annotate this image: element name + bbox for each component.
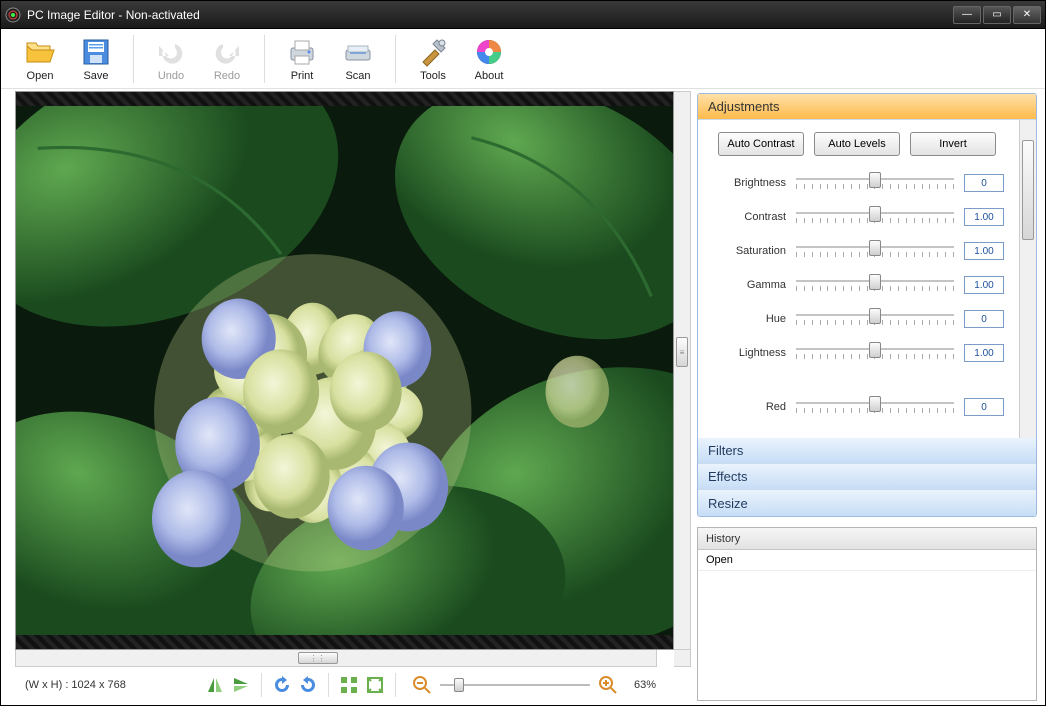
slider-value[interactable]: 1.00 — [964, 344, 1004, 362]
slider-label: Saturation — [708, 245, 786, 257]
folder-open-icon — [24, 36, 56, 68]
app-icon — [5, 7, 21, 23]
history-item[interactable]: Open — [698, 550, 1036, 571]
undo-icon — [155, 36, 187, 68]
slider-row-lightness: Lightness 1.00 — [708, 344, 1004, 362]
save-button[interactable]: Save — [69, 31, 123, 87]
image-canvas[interactable] — [15, 91, 674, 650]
effects-header[interactable]: Effects — [698, 464, 1036, 490]
slider-thumb[interactable] — [454, 678, 464, 692]
slider-label: Hue — [708, 313, 786, 325]
contrast-slider[interactable] — [796, 208, 954, 226]
auto-contrast-button[interactable]: Auto Contrast — [718, 132, 804, 156]
tools-icon — [417, 36, 449, 68]
scrollbar-thumb[interactable]: ⋮⋮ — [298, 652, 338, 664]
lightness-slider[interactable] — [796, 344, 954, 362]
slider-thumb[interactable] — [869, 206, 881, 222]
scan-button[interactable]: Scan — [331, 31, 385, 87]
slider-thumb[interactable] — [869, 172, 881, 188]
side-panel: Adjustments Auto Contrast Auto Levels In… — [693, 89, 1045, 705]
adjustments-scrollbar[interactable] — [1019, 120, 1036, 438]
scanner-icon — [342, 36, 374, 68]
hue-slider[interactable] — [796, 310, 954, 328]
saturation-slider[interactable] — [796, 242, 954, 260]
printer-icon — [286, 36, 318, 68]
about-button[interactable]: About — [462, 31, 516, 87]
titlebar-text: PC Image Editor - Non-activated — [27, 8, 953, 22]
zoom-out-icon[interactable] — [412, 675, 432, 695]
slider-value[interactable]: 1.00 — [964, 276, 1004, 294]
horizontal-scrollbar[interactable]: ⋮⋮ — [15, 650, 657, 667]
close-button[interactable]: ✕ — [1013, 6, 1041, 24]
print-button[interactable]: Print — [275, 31, 329, 87]
filters-header[interactable]: Filters — [698, 438, 1036, 464]
status-bar: (W x H) : 1024 x 768 63% — [15, 667, 691, 703]
slider-value[interactable]: 1.00 — [964, 242, 1004, 260]
history-header: History — [698, 528, 1036, 550]
floppy-disk-icon — [80, 36, 112, 68]
main-toolbar: Open Save Undo Redo Print — [1, 29, 1045, 89]
image-content — [16, 106, 673, 635]
slider-value[interactable]: 0 — [964, 310, 1004, 328]
invert-button[interactable]: Invert — [910, 132, 996, 156]
open-button[interactable]: Open — [13, 31, 67, 87]
adjustments-panel: Adjustments Auto Contrast Auto Levels In… — [697, 93, 1037, 517]
actual-size-icon[interactable] — [365, 675, 385, 695]
slider-row-saturation: Saturation 1.00 — [708, 242, 1004, 260]
slider-row-hue: Hue 0 — [708, 310, 1004, 328]
adjustments-body: Auto Contrast Auto Levels Invert Brightn… — [698, 120, 1036, 438]
gamma-slider[interactable] — [796, 276, 954, 294]
slider-value[interactable]: 0 — [964, 398, 1004, 416]
slider-thumb[interactable] — [869, 342, 881, 358]
rotate-left-icon[interactable] — [272, 675, 292, 695]
image-dimensions: (W x H) : 1024 x 768 — [25, 679, 195, 691]
brightness-slider[interactable] — [796, 174, 954, 192]
red-slider[interactable] — [796, 398, 954, 416]
slider-thumb[interactable] — [869, 240, 881, 256]
slider-row-brightness: Brightness 0 — [708, 174, 1004, 192]
slider-row-gamma: Gamma 1.00 — [708, 276, 1004, 294]
slider-label: Red — [708, 401, 786, 413]
flip-vertical-icon[interactable] — [231, 675, 251, 695]
resize-header[interactable]: Resize — [698, 490, 1036, 516]
zoom-in-icon[interactable] — [598, 675, 618, 695]
slider-label: Gamma — [708, 279, 786, 291]
slider-thumb[interactable] — [869, 308, 881, 324]
adjustments-header[interactable]: Adjustments — [698, 94, 1036, 120]
zoom-percent: 63% — [634, 679, 656, 691]
flip-horizontal-icon[interactable] — [205, 675, 225, 695]
redo-icon — [211, 36, 243, 68]
titlebar: PC Image Editor - Non-activated — ▭ ✕ — [1, 1, 1045, 29]
app-window: PC Image Editor - Non-activated — ▭ ✕ Op… — [0, 0, 1046, 706]
undo-button[interactable]: Undo — [144, 31, 198, 87]
rotate-right-icon[interactable] — [298, 675, 318, 695]
slider-thumb[interactable] — [869, 274, 881, 290]
slider-value[interactable]: 1.00 — [964, 208, 1004, 226]
zoom-slider[interactable] — [440, 684, 590, 686]
slider-label: Lightness — [708, 347, 786, 359]
redo-button[interactable]: Redo — [200, 31, 254, 87]
slider-thumb[interactable] — [869, 396, 881, 412]
minimize-button[interactable]: — — [953, 6, 981, 24]
slider-row-contrast: Contrast 1.00 — [708, 208, 1004, 226]
vertical-scrollbar[interactable]: ≡ — [674, 91, 691, 650]
slider-value[interactable]: 0 — [964, 174, 1004, 192]
slider-label: Contrast — [708, 211, 786, 223]
red-slider-row: Red 0 — [708, 398, 1004, 416]
fit-screen-icon[interactable] — [339, 675, 359, 695]
tools-button[interactable]: Tools — [406, 31, 460, 87]
scrollbar-thumb[interactable]: ≡ — [676, 337, 688, 367]
slider-label: Brightness — [708, 177, 786, 189]
auto-levels-button[interactable]: Auto Levels — [814, 132, 900, 156]
canvas-area: ≡ ⋮⋮ (W x H) : 1024 x 768 — [1, 89, 693, 705]
maximize-button[interactable]: ▭ — [983, 6, 1011, 24]
color-wheel-icon — [473, 36, 505, 68]
history-panel: History Open — [697, 527, 1037, 701]
